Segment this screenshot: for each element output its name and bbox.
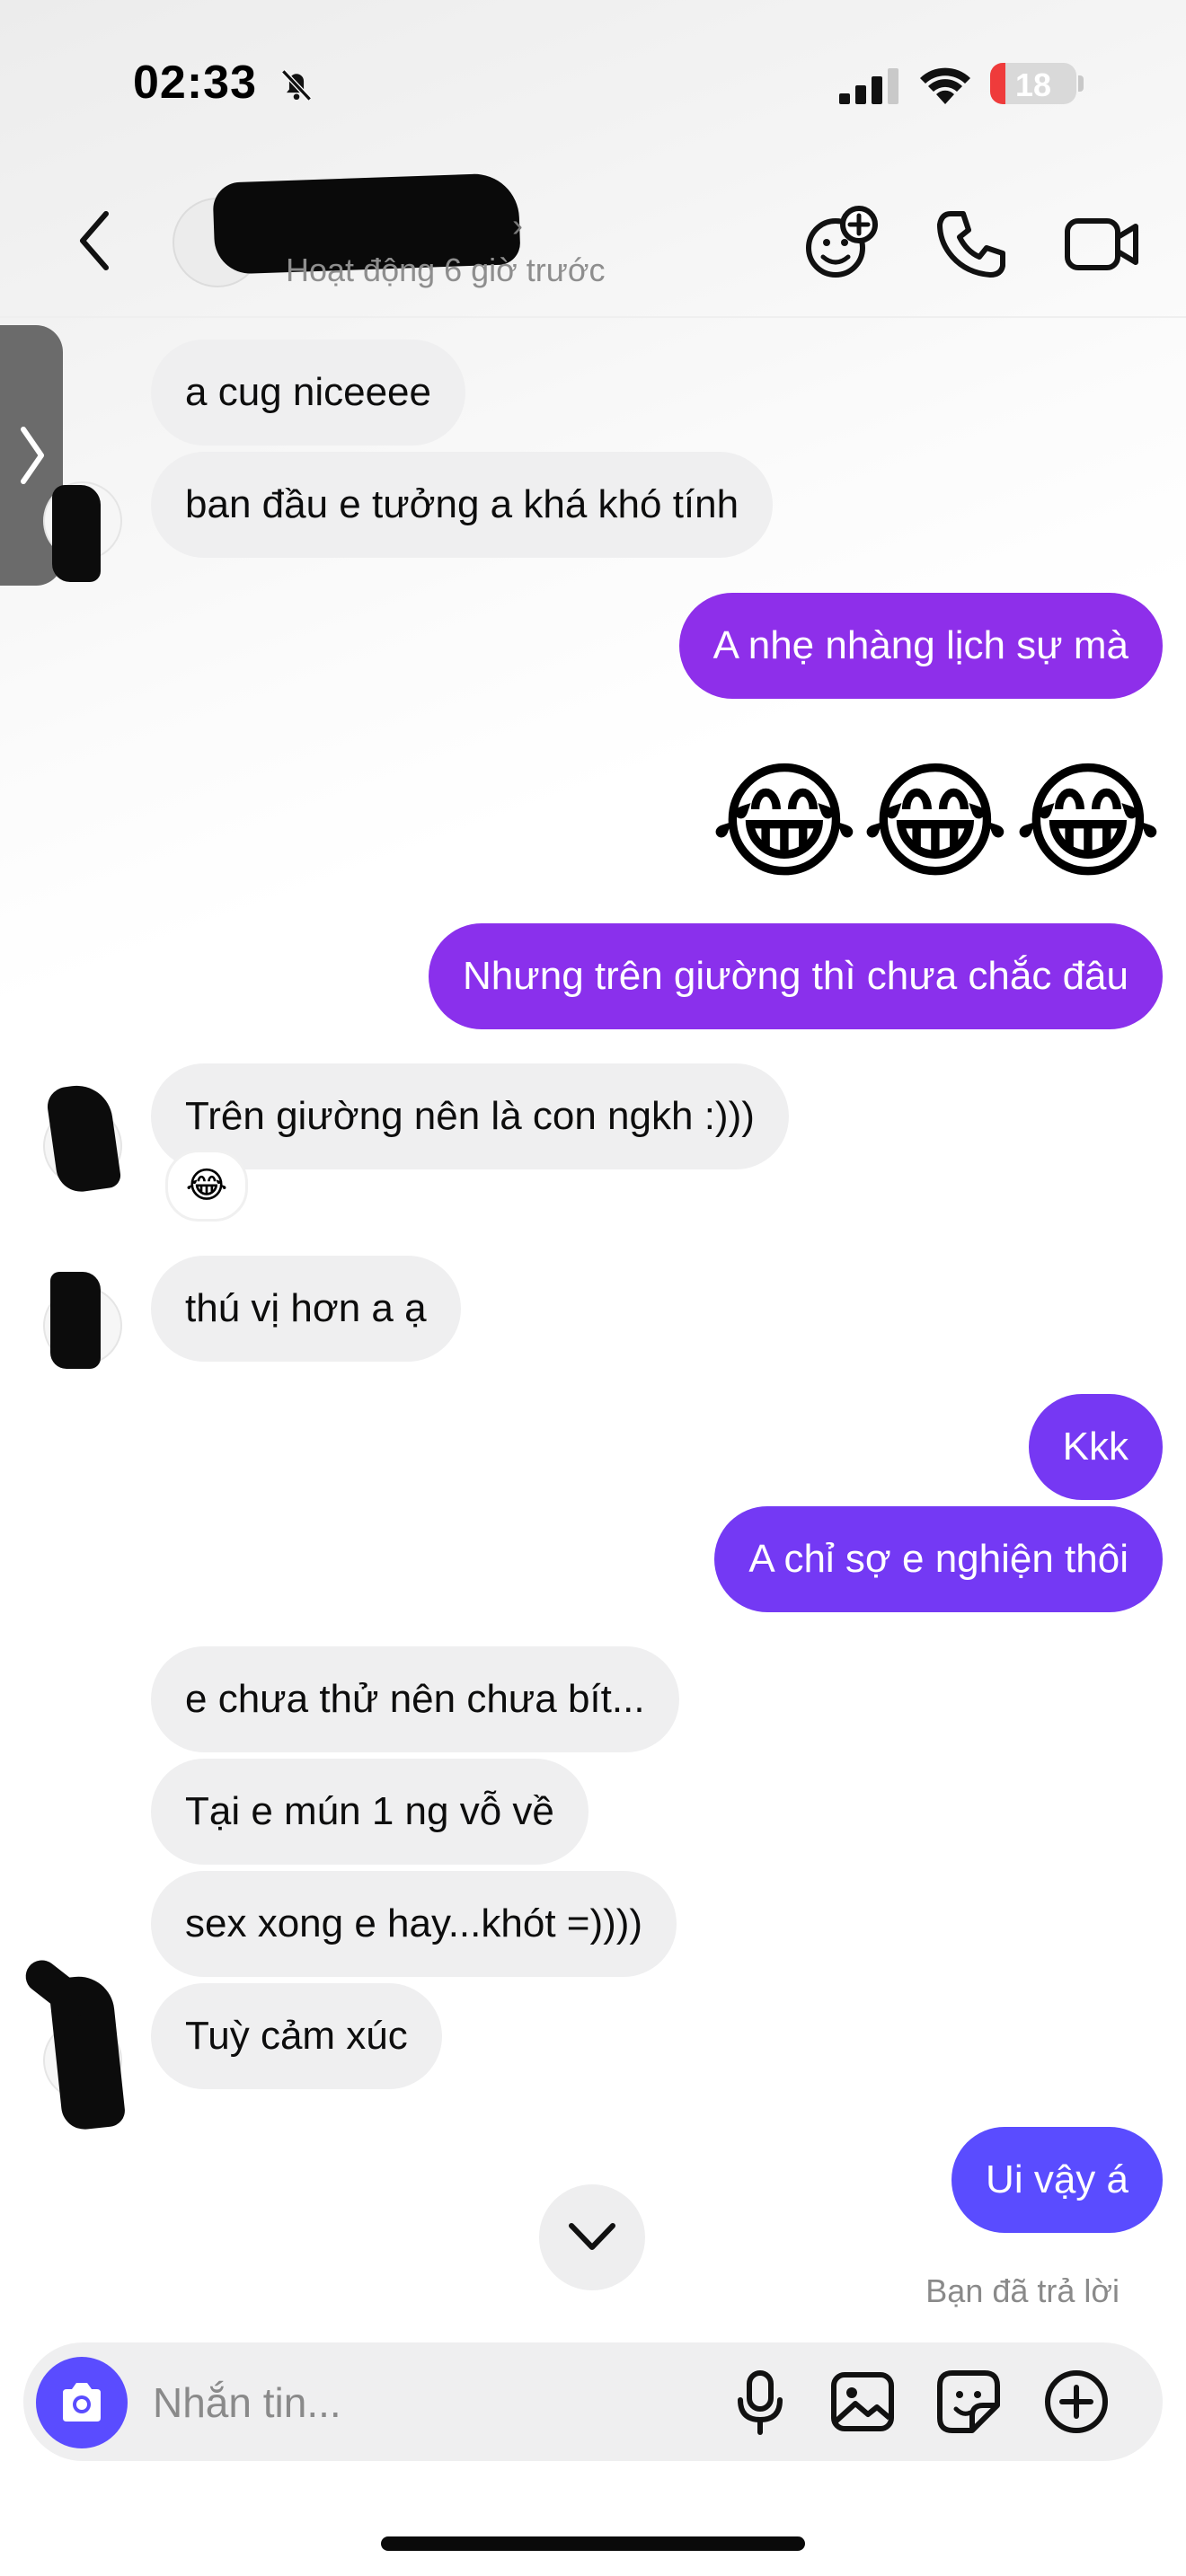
camera-button[interactable] [36,2357,128,2448]
phone-icon[interactable] [931,203,1012,284]
home-indicator[interactable] [381,2536,805,2551]
outgoing-message-bubble[interactable]: Nhưng trên giường thì chưa chắc đâu [429,923,1163,1029]
plus-icon[interactable] [1039,2364,1114,2439]
camera-icon [63,2383,101,2422]
image-icon[interactable] [825,2364,900,2439]
wifi-icon [920,67,970,104]
chevron-left-icon[interactable] [68,205,122,277]
incoming-message-bubble[interactable]: thú vị hơn a ạ [151,1256,461,1362]
redacted-avatar [50,1272,101,1369]
incoming-message-bubble[interactable]: Tuỳ cảm xúc [151,1983,442,2089]
sticker-icon[interactable] [931,2364,1006,2439]
reply-status: Bạn đã trả lời [925,2272,1120,2309]
laughing-emoji[interactable]: 😂 [1013,751,1163,895]
incoming-message-bubble[interactable]: Tại e mún 1 ng vỗ về [151,1759,589,1865]
outgoing-message-bubble[interactable]: Ui vậy á [951,2127,1163,2233]
incoming-message-bubble[interactable]: a cug niceeee [151,340,465,446]
status-time: 02:33 [133,57,257,109]
message-input[interactable] [151,2366,658,2439]
incoming-message-bubble[interactable]: sex xong e hay...khót =)))) [151,1871,677,1977]
incoming-message-bubble[interactable]: e chưa thử nên chưa bít... [151,1646,679,1752]
outgoing-message-bubble[interactable]: A chỉ sợ e nghiện thôi [714,1506,1163,1612]
battery-level: 18 [1014,66,1052,103]
laughing-emoji[interactable]: 😂 [710,751,859,895]
outgoing-message-bubble[interactable]: A nhẹ nhàng lịch sự mà [678,593,1163,699]
cellular-signal-icon [839,68,898,104]
microphone-icon[interactable] [722,2364,798,2439]
message-reaction[interactable]: 😂 [165,1150,248,1222]
outgoing-message-bubble[interactable]: Kkk [1028,1394,1163,1500]
battery-indicator: 18 [990,63,1076,104]
incoming-message-bubble[interactable]: ban đầu e tưởng a khá khó tính [151,452,774,558]
scroll-to-bottom-button[interactable] [539,2184,645,2290]
chevron-down-icon [569,2223,615,2250]
bell-muted-icon [281,69,312,101]
chevron-right-icon [21,427,44,484]
redacted-avatar [52,485,101,582]
video-camera-icon[interactable] [1060,203,1141,284]
incoming-message-bubble[interactable]: Trên giường nên là con ngkh :))) [151,1063,789,1169]
emoji-add-icon[interactable] [800,203,881,284]
laughing-emoji[interactable]: 😂 [861,751,1010,895]
chevron-right-icon[interactable]: › [512,207,523,244]
header-divider [0,316,1186,318]
battery-tip [1078,75,1084,92]
contact-active-status: Hoạt động 6 giờ trước [286,251,606,288]
